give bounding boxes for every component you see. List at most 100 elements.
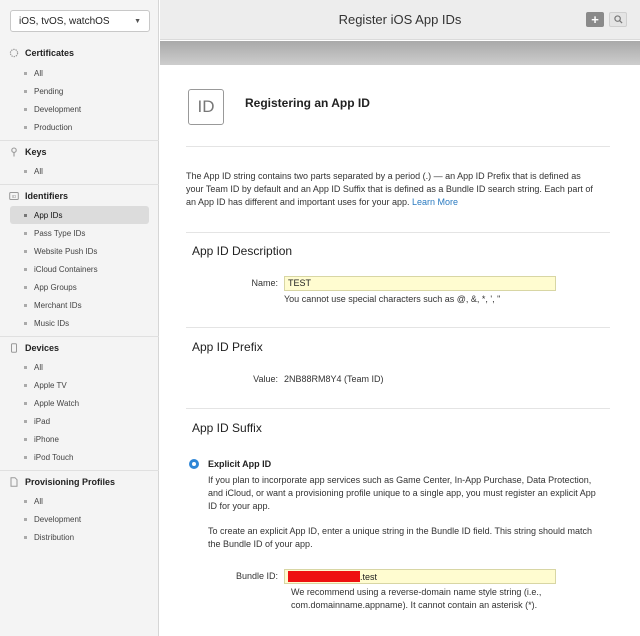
bullet-icon bbox=[24, 365, 27, 369]
certificate-icon bbox=[9, 48, 19, 58]
sidebar-section-provisioning-profiles: Provisioning Profiles bbox=[0, 470, 159, 492]
bullet-icon bbox=[24, 437, 27, 441]
device-icon bbox=[9, 342, 19, 353]
sidebar: iOS, tvOS, watchOS ▼ Certificates All Pend… bbox=[0, 0, 159, 636]
key-icon bbox=[9, 146, 19, 157]
search-button[interactable] bbox=[609, 12, 627, 27]
sidebar-item-apple-watch[interactable]: Apple Watch bbox=[10, 394, 149, 412]
id-icon: ID bbox=[9, 191, 19, 201]
prefix-value: 2NB88RM8Y4 (Team ID) bbox=[284, 374, 384, 384]
sidebar-item-label: Music IDs bbox=[34, 318, 70, 328]
bullet-icon bbox=[24, 89, 27, 93]
sidebar-item-label: iPad bbox=[34, 416, 51, 426]
sidebar-section-label: Provisioning Profiles bbox=[25, 476, 116, 487]
sidebar-item-ipod-touch[interactable]: iPod Touch bbox=[10, 448, 149, 466]
bullet-icon bbox=[24, 419, 27, 423]
sidebar-item-all[interactable]: All bbox=[10, 492, 149, 510]
bullet-icon bbox=[24, 267, 27, 271]
bullet-icon bbox=[24, 321, 27, 325]
divider bbox=[186, 327, 610, 328]
sidebar-section-label: Devices bbox=[25, 342, 60, 353]
sidebar-item-merchant-ids[interactable]: Merchant IDs bbox=[10, 296, 149, 314]
sidebar-item-apple-tv[interactable]: Apple TV bbox=[10, 376, 149, 394]
bundle-id-input[interactable]: .test bbox=[284, 569, 556, 584]
sidebar-item-label: iPhone bbox=[34, 434, 59, 444]
sidebar-item-iphone[interactable]: iPhone bbox=[10, 430, 149, 448]
sidebar-item-label: App Groups bbox=[34, 282, 77, 292]
sidebar-item-label: Merchant IDs bbox=[34, 300, 82, 310]
bullet-icon bbox=[24, 125, 27, 129]
page-title: Register iOS App IDs bbox=[338, 12, 462, 27]
sidebar-item-pass-type-ids[interactable]: Pass Type IDs bbox=[10, 224, 149, 242]
divider bbox=[186, 408, 610, 409]
name-hint: You cannot use special characters such a… bbox=[284, 294, 501, 304]
bullet-icon bbox=[24, 303, 27, 307]
sidebar-item-label: App IDs bbox=[34, 210, 63, 220]
sidebar-item-label: iPod Touch bbox=[34, 452, 74, 462]
prefix-title: App ID Prefix bbox=[192, 340, 263, 354]
bundle-id-label: Bundle ID: bbox=[235, 571, 278, 581]
sidebar-item-ipad[interactable]: iPad bbox=[10, 412, 149, 430]
bullet-icon bbox=[24, 285, 27, 289]
name-input[interactable]: TEST bbox=[284, 276, 556, 291]
divider bbox=[186, 146, 610, 147]
sidebar-item-label: iCloud Containers bbox=[34, 264, 98, 274]
header-bar: Register iOS App IDs + bbox=[160, 0, 640, 40]
explicit-app-id-radio[interactable] bbox=[189, 459, 199, 469]
sidebar-section-keys: Keys bbox=[0, 140, 159, 162]
sidebar-item-app-ids[interactable]: App IDs bbox=[10, 206, 149, 224]
sidebar-section-label: Keys bbox=[25, 146, 47, 157]
platform-select[interactable]: iOS, tvOS, watchOS ▼ bbox=[10, 10, 150, 32]
bullet-icon bbox=[24, 169, 27, 173]
bullet-icon bbox=[24, 213, 27, 217]
svg-text:ID: ID bbox=[12, 194, 17, 199]
add-button[interactable]: + bbox=[586, 12, 604, 27]
sidebar-item-distribution[interactable]: Distribution bbox=[10, 528, 149, 546]
sidebar-item-pending[interactable]: Pending bbox=[10, 82, 149, 100]
bullet-icon bbox=[24, 535, 27, 539]
bullet-icon bbox=[24, 499, 27, 503]
sidebar-section-label: Certificates bbox=[25, 48, 75, 58]
sidebar-item-label: Pass Type IDs bbox=[34, 228, 86, 238]
explicit-app-id-label[interactable]: Explicit App ID bbox=[208, 459, 271, 469]
bullet-icon bbox=[24, 383, 27, 387]
learn-more-link[interactable]: Learn More bbox=[412, 197, 458, 207]
bullet-icon bbox=[24, 231, 27, 235]
section-heading: Registering an App ID bbox=[245, 96, 370, 110]
search-icon bbox=[613, 15, 623, 24]
sidebar-item-label: Development bbox=[34, 514, 82, 524]
suffix-title: App ID Suffix bbox=[192, 421, 262, 435]
sidebar-item-label: Apple Watch bbox=[34, 398, 80, 408]
sidebar-item-development[interactable]: Development bbox=[10, 510, 149, 528]
sidebar-item-music-ids[interactable]: Music IDs bbox=[10, 314, 149, 332]
sidebar-item-label: Development bbox=[34, 104, 82, 114]
bullet-icon bbox=[24, 249, 27, 253]
bullet-icon bbox=[24, 71, 27, 75]
radio-dot bbox=[192, 462, 196, 466]
main-content: ID Registering an App ID The App ID stri… bbox=[160, 65, 640, 636]
chevron-down-icon: ▼ bbox=[134, 17, 141, 25]
sidebar-section-devices: Devices bbox=[0, 336, 159, 358]
bundle-id-value: .test bbox=[360, 572, 378, 582]
intro-text: The App ID string contains two parts sep… bbox=[186, 170, 596, 209]
description-title: App ID Description bbox=[192, 244, 293, 258]
bullet-icon bbox=[24, 401, 27, 405]
sidebar-item-label: All bbox=[34, 362, 43, 372]
sidebar-item-all[interactable]: All bbox=[10, 358, 149, 376]
sidebar-item-all[interactable]: All bbox=[10, 162, 149, 180]
sidebar-item-production[interactable]: Production bbox=[10, 118, 149, 136]
divider bbox=[186, 232, 610, 233]
sidebar-item-all[interactable]: All bbox=[10, 64, 149, 82]
sidebar-item-label: Distribution bbox=[34, 532, 75, 542]
sidebar-item-icloud-containers[interactable]: iCloud Containers bbox=[10, 260, 149, 278]
id-icon: ID bbox=[188, 89, 224, 125]
name-label: Name: bbox=[251, 278, 278, 288]
sidebar-item-website-push-ids[interactable]: Website Push IDs bbox=[10, 242, 149, 260]
sidebar-item-label: Pending bbox=[34, 86, 64, 96]
sidebar-item-label: All bbox=[34, 166, 43, 176]
sidebar-section-label: Identifiers bbox=[25, 190, 69, 201]
intro-body: The App ID string contains two parts sep… bbox=[186, 171, 593, 207]
sidebar-item-development[interactable]: Development bbox=[10, 100, 149, 118]
sidebar-item-app-groups[interactable]: App Groups bbox=[10, 278, 149, 296]
